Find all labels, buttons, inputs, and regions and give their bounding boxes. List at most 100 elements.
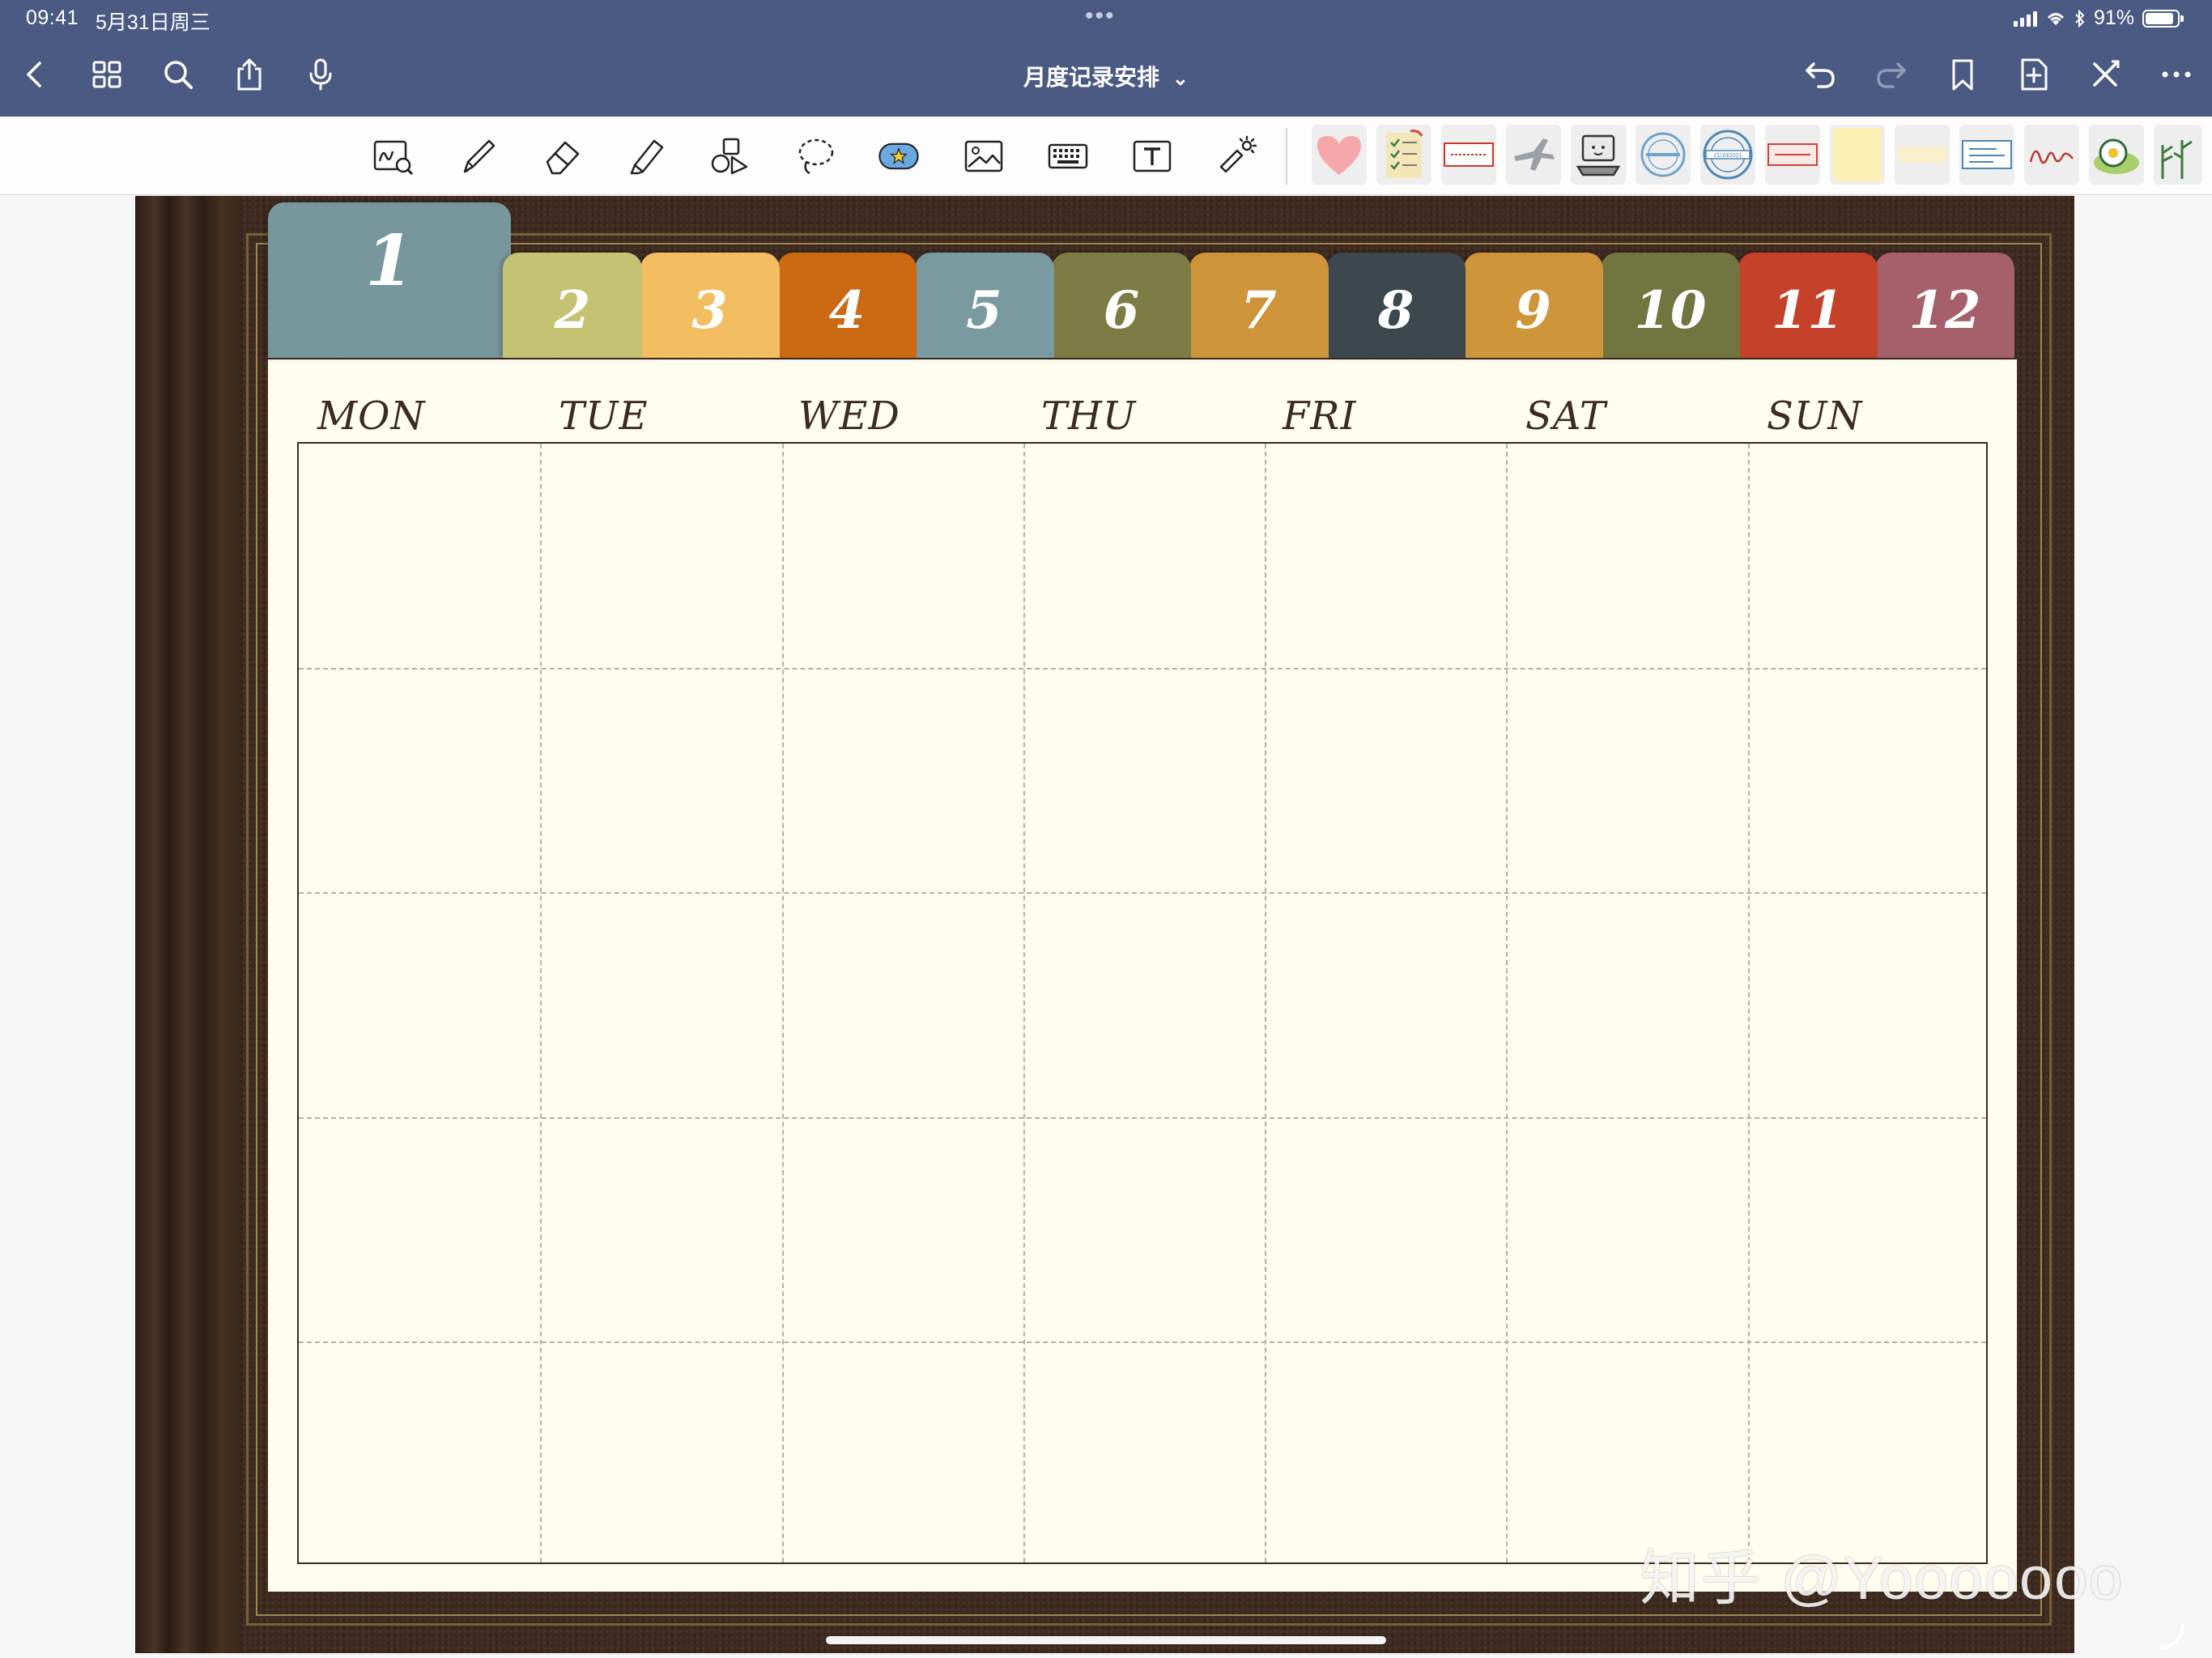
tool-bar: 21/10/2021 [0,117,2212,195]
day-cell[interactable] [1748,892,1989,1116]
zoom-window-tool[interactable] [369,133,416,180]
label-sticker[interactable] [1765,125,1820,185]
month-tab-10[interactable]: 10 [1601,253,1740,358]
undo-icon [1806,62,1835,88]
calendar-grid[interactable] [297,442,1988,1564]
month-tab-11[interactable]: 11 [1738,253,1878,358]
status-date: 5月31日周三 [96,11,211,34]
day-cell[interactable] [1023,668,1265,892]
pen-tool[interactable] [455,133,502,180]
flower-sticker[interactable] [2089,125,2144,185]
round-stamp-sticker-icon [1640,132,1686,177]
day-cell[interactable] [782,1117,1023,1341]
month-tab-8[interactable]: 8 [1326,253,1465,358]
day-cell[interactable] [299,1341,540,1566]
month-tab-2[interactable]: 2 [503,253,642,358]
ticket-sticker[interactable] [1441,125,1496,185]
day-cell[interactable] [1265,1341,1506,1566]
day-cell[interactable] [1506,1117,1747,1341]
day-cell[interactable] [782,444,1023,668]
day-cell[interactable] [782,668,1023,892]
signature-sticker-icon [2029,150,2074,164]
highlighter-tool[interactable] [623,133,670,180]
day-cell[interactable] [1506,668,1747,892]
day-cell[interactable] [782,892,1023,1116]
sticky-note-sticker-icon [1833,128,1882,181]
day-cell[interactable] [1023,1341,1265,1566]
laptop-sticker[interactable] [1571,125,1626,185]
sticky-note-sticker[interactable] [1830,125,1885,185]
airplane-sticker-icon [1514,138,1555,171]
day-cell[interactable] [540,1117,781,1341]
day-cell[interactable] [1265,1117,1506,1341]
day-cell[interactable] [1748,444,1989,668]
redo-button[interactable] [1870,53,1912,96]
planner-spine [135,196,240,1653]
day-cell[interactable] [1265,892,1506,1116]
round-stamp-sticker[interactable] [1636,125,1691,185]
label-sticker-icon [1767,143,1818,166]
home-indicator[interactable] [826,1636,1386,1644]
cellular-signal-icon [2013,11,2037,27]
month-tab-6[interactable]: 6 [1052,253,1191,358]
month-tab-12[interactable]: 12 [1875,253,2014,358]
day-cell[interactable] [540,892,781,1116]
day-cell[interactable] [1265,444,1506,668]
checklist-sticker[interactable] [1376,125,1431,185]
lasso-tool[interactable] [792,133,839,180]
shapes-tool[interactable] [708,133,755,180]
close-toolbar-button[interactable] [2084,53,2126,96]
toolbar-divider [1286,128,1287,185]
day-cell[interactable] [299,668,540,892]
airplane-sticker[interactable] [1506,125,1561,185]
signature-sticker[interactable] [2024,125,2079,185]
date-stamp-sticker[interactable]: 21/10/2021 [1700,125,1755,185]
boarding-pass-sticker-icon [1962,140,2012,169]
month-tab-1[interactable]: 1 [268,202,511,358]
day-cell[interactable] [1506,892,1747,1116]
month-tab-9[interactable]: 9 [1463,253,1603,358]
day-cell[interactable] [1506,444,1747,668]
eraser-tool[interactable] [539,133,586,180]
text-box-tool[interactable] [1129,133,1176,180]
undo-button[interactable] [1799,53,1841,96]
day-cell[interactable] [299,892,540,1116]
day-cell[interactable] [1265,668,1506,892]
weekday-mon: MON [317,393,426,439]
heart-sticker[interactable] [1312,125,1367,185]
day-cell[interactable] [1748,668,1989,892]
day-cell[interactable] [1023,892,1265,1116]
weekday-thu: THU [1041,393,1137,439]
month-tab-5[interactable]: 5 [914,253,1054,358]
day-cell[interactable] [1023,444,1265,668]
month-tab-4[interactable]: 4 [777,253,917,358]
battery-icon [2142,9,2184,28]
add-page-button[interactable] [2013,53,2055,96]
close-icon [2093,60,2120,87]
tape-sticker[interactable] [1895,125,1950,185]
plant-sticker[interactable] [2154,125,2202,185]
elements-tool[interactable] [873,133,925,180]
day-cell[interactable] [299,444,540,668]
boarding-pass-sticker[interactable] [1959,125,2014,185]
weekday-sat: SAT [1525,393,1606,439]
redo-icon [1877,62,1906,88]
month-tab-7[interactable]: 7 [1189,253,1329,358]
image-icon [964,140,1003,172]
day-cell[interactable] [540,444,781,668]
month-tab-3[interactable]: 3 [640,253,780,358]
image-tool[interactable] [960,133,1007,180]
day-cell[interactable] [1023,1117,1265,1341]
heart-sticker-icon [1317,136,1361,175]
more-button[interactable] [2155,53,2197,96]
flower-sticker-icon [2094,138,2139,174]
keyboard-tool[interactable] [1044,133,1091,180]
day-cell[interactable] [540,668,781,892]
day-cell[interactable] [540,1341,781,1566]
day-cell[interactable] [299,1117,540,1341]
day-cell[interactable] [1748,1117,1989,1341]
multitasking-dots[interactable]: ••• [1085,2,1116,30]
laser-pointer-tool[interactable] [1213,133,1260,180]
day-cell[interactable] [782,1341,1023,1566]
bookmark-button[interactable] [1942,53,1984,96]
